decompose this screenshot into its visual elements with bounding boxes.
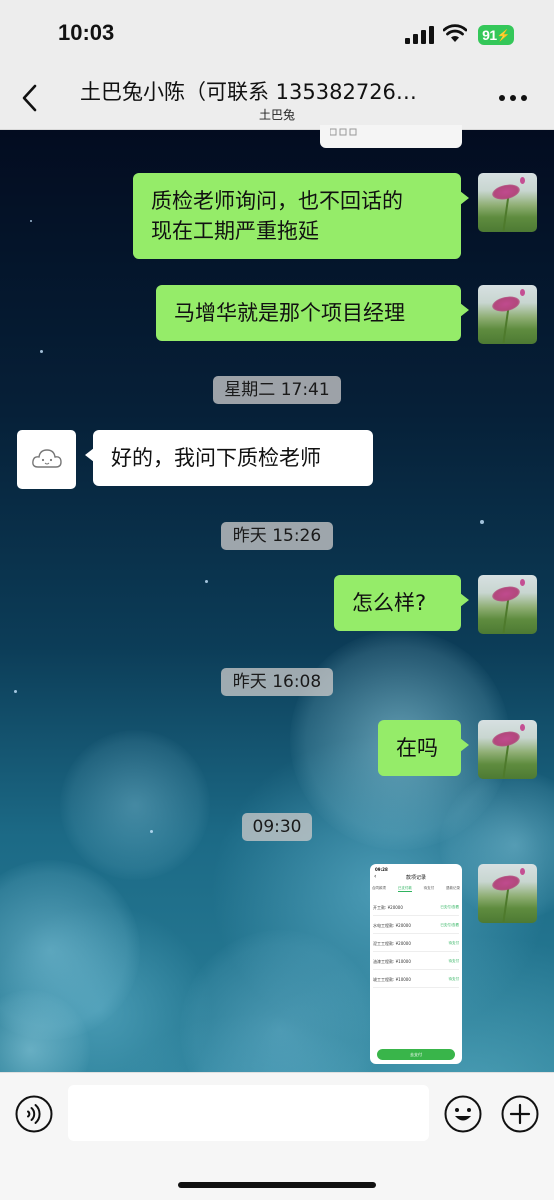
home-indicator <box>178 1182 376 1188</box>
cloud-icon <box>32 449 62 468</box>
message-text: 怎么样? <box>352 591 427 615</box>
status-time: 10:03 <box>58 20 115 45</box>
avatar[interactable] <box>478 864 537 923</box>
avatar[interactable] <box>478 173 537 232</box>
timestamp: 星期二 17:41 <box>213 376 341 404</box>
image-message-partial[interactable] <box>320 125 462 148</box>
thumbnail-tab: 待支付 <box>423 886 435 890</box>
battery-level: 91 <box>482 27 497 43</box>
message-bubble-outgoing[interactable]: 怎么样? <box>334 575 469 631</box>
battery-icon: 91 ⚡ <box>478 25 514 45</box>
plus-icon[interactable] <box>501 1095 539 1133</box>
message-input[interactable] <box>68 1085 429 1141</box>
thumbnail-row: 竣工工程款: ¥10000 待支付 <box>373 972 459 988</box>
status-bar: 10:03 91 ⚡ <box>0 0 554 66</box>
chat-background <box>0 130 554 1072</box>
avatar[interactable] <box>478 575 537 634</box>
timestamp: 昨天 16:08 <box>221 668 333 696</box>
timestamp: 昨天 15:26 <box>221 522 333 550</box>
chat-subtitle: 土巴兔 <box>258 108 295 122</box>
thumbnail-row: 水电工程款: ¥20000 已支付/查看 <box>373 918 459 934</box>
avatar[interactable] <box>478 285 537 344</box>
thumbnail-row: 泥工工程款: ¥20000 待支付 <box>373 936 459 952</box>
chat-title: 土巴兔小陈（可联系 135382726… <box>80 80 417 104</box>
thumbnail-tab: 退款记录 <box>445 886 460 890</box>
image-icon <box>330 128 357 136</box>
thumbnail-button: 去支付 <box>377 1049 455 1060</box>
thumbnail-tabs: 合同款项 已支付款 待支付 退款记录 <box>372 886 460 892</box>
chat-header: 土巴兔小陈（可联系 135382726… 土巴兔 <box>0 66 554 130</box>
message-text: 马增华就是那个项目经理 <box>174 301 405 325</box>
message-bubble-outgoing[interactable]: 马增华就是那个项目经理 <box>156 285 469 341</box>
voice-icon[interactable] <box>15 1095 53 1133</box>
wifi-icon <box>443 24 467 42</box>
message-bubble-outgoing[interactable]: 质检老师询问，也不回话的 现在工期严重拖延 <box>133 173 469 259</box>
thumbnail-title: 款项记录 <box>405 875 426 881</box>
message-bubble-outgoing[interactable]: 在吗 <box>378 720 469 776</box>
input-bar <box>0 1072 554 1200</box>
avatar[interactable] <box>17 430 76 489</box>
thumbnail-tab: 合同款项 <box>372 886 386 890</box>
message-text: 现在工期严重拖延 <box>151 219 319 243</box>
message-text: 质检老师询问，也不回话的 <box>151 189 403 213</box>
message-text: 在吗 <box>396 736 438 760</box>
more-icon[interactable] <box>498 94 528 102</box>
thumbnail-tab: 已支付款 <box>397 886 412 892</box>
emoji-icon[interactable] <box>444 1095 482 1133</box>
thumbnail-time: 09:28 <box>375 867 388 872</box>
image-message[interactable]: 09:28 ‹ 款项记录 合同款项 已支付款 待支付 退款记录 开工款: ¥20… <box>370 864 462 1064</box>
message-bubble-incoming[interactable]: 好的，我问下质检老师 <box>85 430 373 486</box>
thumbnail-row: 油漆工程款: ¥10000 待支付 <box>373 954 459 970</box>
avatar[interactable] <box>478 720 537 779</box>
signal-icon <box>405 26 434 44</box>
thumbnail-row: 开工款: ¥20000 已支付/查看 <box>373 900 459 916</box>
message-text: 好的，我问下质检老师 <box>111 446 321 470</box>
timestamp: 09:30 <box>242 813 312 841</box>
